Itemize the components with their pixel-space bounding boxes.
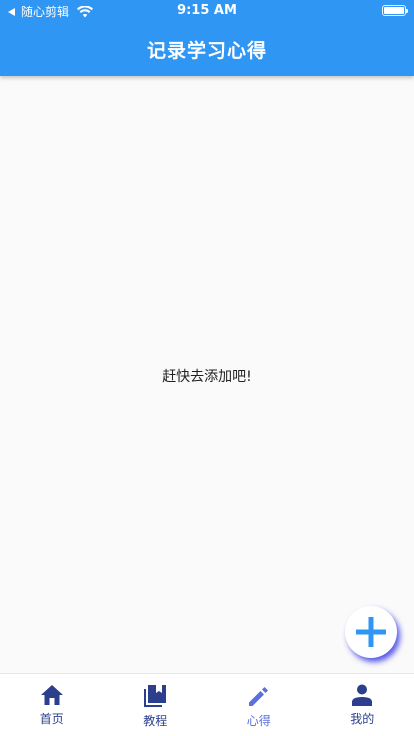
nav-item-home[interactable]: 首页 <box>0 674 104 736</box>
nav-item-profile[interactable]: 我的 <box>311 674 414 736</box>
nav-label: 教程 <box>143 714 168 728</box>
nav-label: 首页 <box>39 712 64 726</box>
pencil-icon <box>248 687 268 706</box>
home-icon <box>40 685 63 705</box>
battery-icon <box>382 5 408 16</box>
status-time: 9:15 AM <box>177 3 237 18</box>
add-note-button[interactable] <box>345 606 397 658</box>
plus-icon <box>356 617 386 647</box>
nav-label: 心得 <box>246 714 271 728</box>
nav-item-tutorial[interactable]: 教程 <box>104 674 208 736</box>
library-icon <box>144 685 167 707</box>
empty-state-message: 赶快去添加吧! <box>162 369 252 385</box>
nav-item-notes[interactable]: 心得 <box>207 674 311 736</box>
nav-label: 我的 <box>350 712 375 726</box>
status-bar: 随心剪辑 9:15 AM <box>0 0 414 22</box>
bottom-navigation: 首页 教程 心得 我的 <box>0 673 414 736</box>
page-title: 记录学习心得 <box>146 40 267 62</box>
person-icon <box>352 684 373 706</box>
app-bar: 随心剪辑 9:15 AM 记录学习心得 <box>0 0 414 76</box>
